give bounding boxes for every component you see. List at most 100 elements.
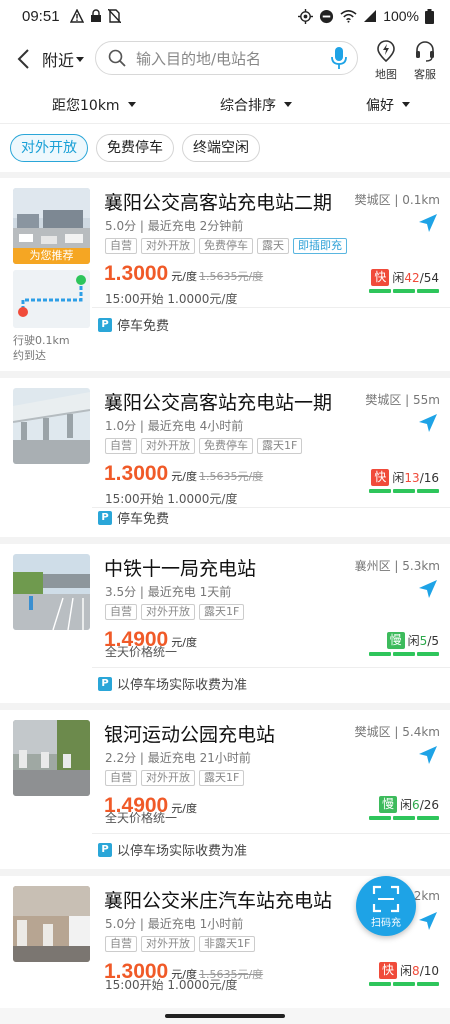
station-photo <box>13 886 90 962</box>
microphone-icon[interactable] <box>331 47 347 69</box>
availability-bars <box>369 816 439 820</box>
divider <box>92 307 450 308</box>
scan-to-charge-button[interactable]: 扫码充 <box>356 876 416 936</box>
divider <box>92 667 450 668</box>
parking-icon: P <box>98 317 112 332</box>
search-icon <box>108 49 126 67</box>
station-photo <box>13 554 90 630</box>
search-input[interactable]: 输入目的地/电站名 <box>95 41 358 75</box>
parking-info: P 以停车场实际收费为准 <box>98 674 247 693</box>
location-label: 附近 <box>42 51 75 70</box>
idle-label: 闲 <box>392 471 405 485</box>
station-card[interactable]: 银河运动公园充电站 2.2分 | 最近充电 21小时前 樊城区 | 5.4km … <box>0 710 450 876</box>
preference-filter[interactable]: 偏好 <box>366 95 410 115</box>
system-nav-bar <box>0 1008 450 1024</box>
location-target-icon <box>298 8 314 24</box>
station-name: 襄阳公交米庄汽车站充电站 <box>104 890 333 912</box>
sort-filter[interactable]: 综合排序 <box>220 95 292 115</box>
charger-type-badge: 快 <box>371 269 390 286</box>
charger-type-badge: 快 <box>379 962 398 979</box>
caret-down-icon <box>284 102 292 107</box>
price-original: 1.5635元/度 <box>198 470 264 483</box>
station-photo <box>13 388 90 464</box>
charger-type-badge: 慢 <box>379 796 398 813</box>
scan-icon <box>372 885 400 913</box>
preference-filter-label: 偏好 <box>366 97 394 114</box>
chevron-left-icon <box>17 49 29 69</box>
service-label: 客服 <box>414 68 436 81</box>
station-price: 1.3000 元/度 1.5635元/度 <box>104 262 263 286</box>
tag: 自营 <box>105 238 137 254</box>
route-minimap[interactable] <box>13 270 90 328</box>
lock-icon <box>90 9 101 22</box>
scan-label: 扫码充 <box>371 918 401 929</box>
parking-icon: P <box>98 842 112 857</box>
station-meta: 5.0分 | 最近充电 2分钟前 <box>105 219 244 233</box>
station-card[interactable]: 为您推荐 行驶0.1km 约到达 襄阳公交高客站充电站二期 5.0分 | 最近充… <box>0 178 450 378</box>
recommend-badge: 为您推荐 <box>13 248 90 264</box>
total-count: /16 <box>419 470 439 485</box>
map-pin-icon <box>377 40 395 63</box>
caret-down-icon <box>402 102 410 107</box>
station-card[interactable]: 中铁十一局充电站 3.5分 | 最近充电 1天前 襄州区 | 5.3km 自营 … <box>0 544 450 710</box>
station-meta: 1.0分 | 最近充电 4小时前 <box>105 419 244 433</box>
idle-count: 42 <box>404 270 420 285</box>
parking-text: 以停车场实际收费为准 <box>117 678 248 693</box>
price-value: 1.3000 <box>104 262 169 285</box>
total-count: /26 <box>419 797 439 812</box>
parking-text: 停车免费 <box>117 512 170 527</box>
charger-availability: 快 闲 13 /16 <box>371 469 439 486</box>
customer-service-button[interactable]: 客服 <box>407 40 443 82</box>
navigate-icon[interactable] <box>418 213 438 233</box>
wifi-icon <box>340 10 357 23</box>
price-note: 15:00开始 1.0000元/度 <box>105 492 238 506</box>
price-unit: 元/度 <box>171 270 197 283</box>
charger-availability: 快 闲 42 /54 <box>371 269 439 286</box>
chip-terminal-idle[interactable]: 终端空闲 <box>182 134 260 162</box>
total-count: /54 <box>419 270 439 285</box>
charger-availability: 快 闲 8 /10 <box>379 962 439 979</box>
warning-icon <box>69 9 84 23</box>
station-price: 1.3000 元/度 1.5635元/度 <box>104 462 263 486</box>
navigate-icon[interactable] <box>418 911 438 931</box>
tag: 对外开放 <box>141 604 195 620</box>
chip-open-to-public[interactable]: 对外开放 <box>10 134 88 162</box>
idle-count: 6 <box>412 797 420 812</box>
station-tags: 自营 对外开放 露天1F <box>105 770 245 786</box>
parking-info: P 停车免费 <box>98 315 169 334</box>
tag: 对外开放 <box>141 936 195 952</box>
tag: 自营 <box>105 438 137 454</box>
price-original: 1.5635元/度 <box>198 270 264 283</box>
tag: 对外开放 <box>141 238 195 254</box>
map-button[interactable]: 地图 <box>368 40 404 82</box>
battery-level: 100% <box>383 8 419 24</box>
navigate-icon[interactable] <box>418 579 438 599</box>
station-tags: 自营 对外开放 露天1F <box>105 604 245 620</box>
station-name: 中铁十一局充电站 <box>104 558 257 580</box>
station-name: 银河运动公园充电站 <box>104 724 276 746</box>
availability-bars <box>369 652 439 656</box>
station-photo: 为您推荐 <box>13 188 90 264</box>
home-indicator[interactable] <box>165 1014 285 1018</box>
tag: 非露天1F <box>199 936 256 952</box>
availability-bars <box>369 489 439 493</box>
parking-icon: P <box>98 676 112 691</box>
status-time: 09:51 <box>22 7 60 25</box>
signal-icon <box>364 10 377 22</box>
tag: 对外开放 <box>141 770 195 786</box>
station-card[interactable]: 襄阳公交高客站充电站一期 1.0分 | 最近充电 4小时前 樊城区 | 55m … <box>0 378 450 544</box>
distance-filter[interactable]: 距您10km <box>52 95 136 115</box>
top-bar: 附近 输入目的地/电站名 地图 客服 <box>0 36 450 82</box>
navigate-icon[interactable] <box>418 413 438 433</box>
back-button[interactable] <box>8 39 38 79</box>
station-meta: 3.5分 | 最近充电 1天前 <box>105 585 232 599</box>
charger-type-badge: 慢 <box>386 632 405 649</box>
availability-bars <box>369 982 439 986</box>
drive-info: 行驶0.1km 约到达 <box>13 333 70 363</box>
location-selector[interactable]: 附近 <box>42 47 85 71</box>
navigate-icon[interactable] <box>418 745 438 765</box>
tag: 露天1F <box>199 770 245 786</box>
map-label: 地图 <box>375 68 397 81</box>
chip-free-parking[interactable]: 免费停车 <box>96 134 174 162</box>
idle-count: 5 <box>419 633 428 648</box>
